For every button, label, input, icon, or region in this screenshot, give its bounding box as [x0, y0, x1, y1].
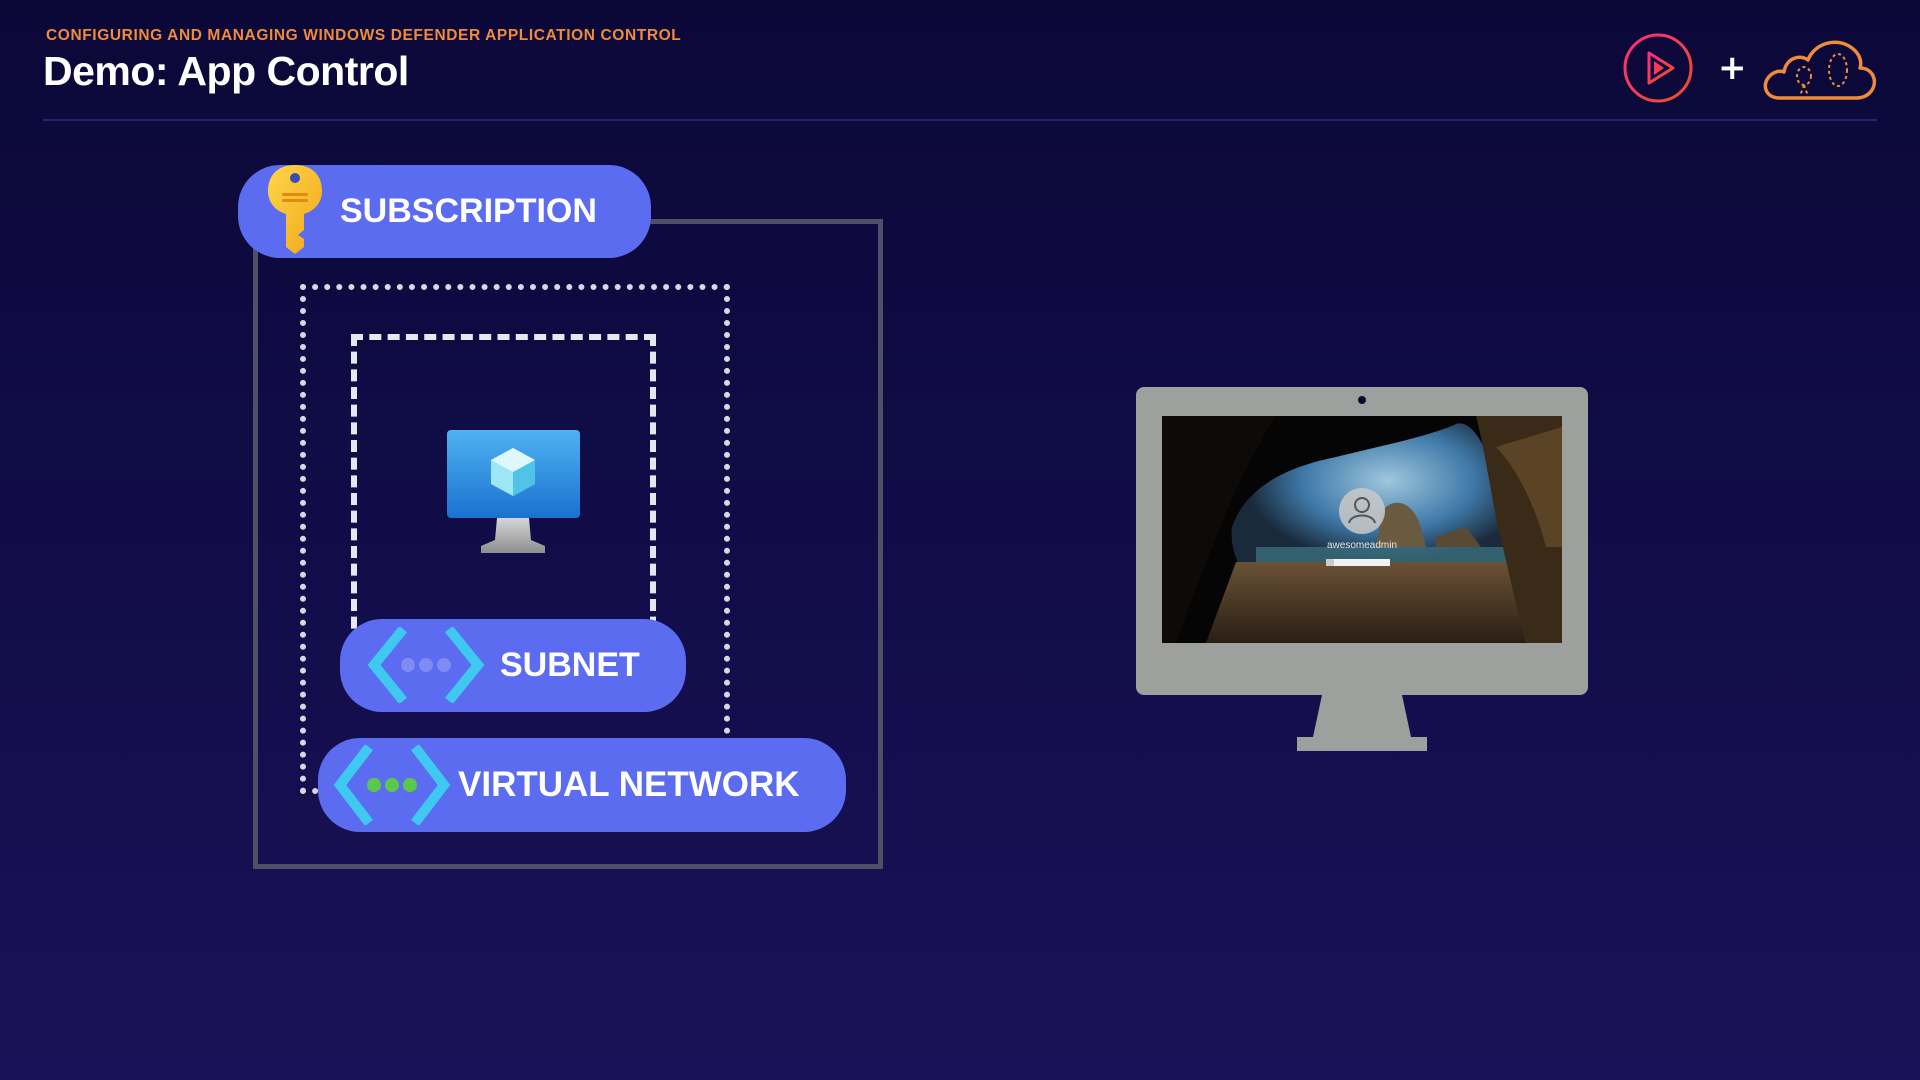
pluralsight-logo-icon — [1623, 33, 1693, 103]
lock-screen-username: awesomeadmin — [1327, 540, 1397, 551]
subnet-label-pill: SUBNET — [340, 619, 686, 712]
virtual-network-label: VIRTUAL NETWORK — [458, 765, 800, 804]
page-title: Demo: App Control — [43, 48, 409, 94]
monitor-icon: awesomeadmin — [1136, 387, 1588, 751]
azure-virtual-machine-icon — [447, 430, 580, 553]
subscription-label-pill: SUBSCRIPTION — [238, 165, 651, 258]
course-title: CONFIGURING AND MANAGING WINDOWS DEFENDE… — [46, 27, 682, 44]
subscription-label: SUBSCRIPTION — [340, 192, 597, 230]
plus-symbol: + — [1718, 48, 1747, 88]
key-icon — [268, 165, 322, 254]
virtual-network-icon — [333, 745, 451, 825]
logo-group: + — [1620, 30, 1880, 110]
header-divider — [43, 119, 1877, 121]
cloud-logo-icon — [1763, 40, 1877, 100]
subnet-label: SUBNET — [500, 646, 640, 684]
virtual-network-label-pill: VIRTUAL NETWORK — [318, 738, 846, 832]
password-field[interactable] — [1326, 559, 1390, 566]
subnet-icon — [367, 627, 485, 703]
